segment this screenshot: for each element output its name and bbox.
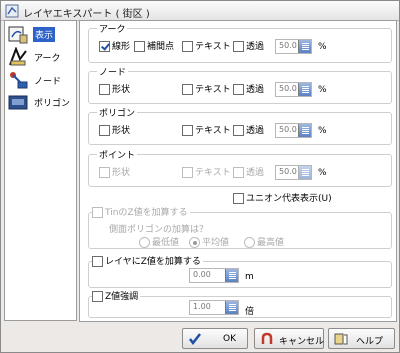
- spinner-icon[interactable]: [298, 83, 311, 96]
- node-shape-checkbox[interactable]: 形状: [99, 84, 130, 96]
- app-icon: [5, 4, 19, 18]
- node-group-title: ノード: [97, 65, 129, 78]
- arc-unit: %: [318, 42, 327, 52]
- node-transparency-spinner[interactable]: 50.0: [275, 82, 312, 97]
- point-transparency-spinner[interactable]: 50.0: [275, 165, 312, 180]
- title-bar: レイヤエキスパート ( 街区 ): [1, 1, 399, 21]
- sidebar-item-polygon[interactable]: ポリゴン: [7, 91, 75, 113]
- arc-group: アーク 線形 補間点 テキスト 透過 50.0 %: [88, 22, 392, 63]
- sidebar-item-display[interactable]: 表示: [7, 24, 75, 46]
- sidebar-item-label: 表示: [33, 27, 56, 42]
- spinner-icon[interactable]: [225, 269, 238, 282]
- node-unit: %: [318, 85, 327, 95]
- node-group: ノード 形状 テキスト 透過 50.0 %: [88, 65, 392, 104]
- z-emphasis-spinner[interactable]: 1.00: [189, 300, 239, 315]
- spinner-icon[interactable]: [298, 124, 311, 137]
- point-group-title: ポイント: [97, 148, 138, 161]
- tin-group: TinのZ値を加算する 側面ポリゴンの加算は？ 最低値 平均値 最高値: [88, 207, 392, 249]
- point-shape-checkbox[interactable]: 形状: [99, 167, 130, 179]
- arc-transparency-spinner[interactable]: 50.0: [275, 39, 312, 54]
- cancel-button[interactable]: キャンセル: [254, 328, 324, 349]
- spinner-icon[interactable]: [298, 166, 311, 179]
- window-title: レイヤエキスパート ( 街区 ): [23, 9, 150, 20]
- point-unit: %: [318, 168, 327, 178]
- node-transparent-checkbox[interactable]: 透過: [233, 84, 264, 96]
- polygon-unit: %: [318, 126, 327, 136]
- display-icon: [8, 26, 28, 44]
- z-emphasis-group: Z値強調 1.00 倍: [88, 291, 392, 318]
- layer-z-unit: m: [245, 272, 254, 282]
- polygon-transparency-spinner[interactable]: 50.0: [275, 123, 312, 138]
- tin-z-checkbox[interactable]: TinのZ値を加算する: [92, 207, 190, 219]
- arc-icon: [9, 47, 27, 66]
- tin-option-average[interactable]: 平均値: [189, 237, 229, 249]
- sidebar-item-label: ノード: [34, 77, 62, 87]
- sidebar-item-node[interactable]: ノード: [7, 69, 75, 91]
- settings-panel: アーク 線形 補間点 テキスト 透過 50.0 % ノード 形状 テキスト 透過…: [79, 20, 397, 322]
- tin-option-max[interactable]: 最高値: [244, 237, 284, 249]
- sidebar-item-arc[interactable]: アーク: [7, 46, 75, 68]
- help-button[interactable]: ヘルプ: [328, 328, 395, 349]
- sidebar: 表示 アーク ノード ポリゴン: [4, 20, 77, 321]
- spinner-icon[interactable]: [225, 301, 238, 314]
- arc-text-checkbox[interactable]: テキスト: [182, 41, 231, 53]
- polygon-shape-checkbox[interactable]: 形状: [99, 125, 130, 137]
- point-group: ポイント 形状 テキスト 透過 50.0 %: [88, 148, 392, 187]
- arc-group-title: アーク: [97, 22, 128, 35]
- cancel-icon: [261, 332, 273, 344]
- arc-shape-checkbox[interactable]: 線形: [99, 41, 130, 53]
- help-icon: [334, 333, 348, 345]
- node-icon: [10, 72, 28, 89]
- point-text-checkbox[interactable]: テキスト: [182, 167, 231, 179]
- arc-vertex-checkbox[interactable]: 補間点: [134, 41, 174, 53]
- polygon-transparent-checkbox[interactable]: 透過: [233, 125, 264, 137]
- z-emphasis-unit: 倍: [245, 307, 255, 317]
- z-emphasis-checkbox[interactable]: Z値強調: [92, 291, 141, 303]
- sidebar-item-label: ポリゴン: [34, 99, 71, 109]
- polygon-group: ポリゴン 形状 テキスト 透過 50.0 %: [88, 106, 392, 145]
- union-display-checkbox[interactable]: ユニオン代表表示(U): [233, 193, 332, 205]
- node-text-checkbox[interactable]: テキスト: [182, 84, 231, 96]
- spinner-icon[interactable]: [298, 40, 311, 53]
- tin-question: 側面ポリゴンの加算は？: [109, 225, 209, 235]
- layer-expert-window: レイヤエキスパート ( 街区 ) 表示 アーク ノード ポリゴン アーク 線形 …: [0, 0, 400, 353]
- check-icon: [99, 41, 110, 52]
- layer-z-spinner[interactable]: 0.00: [189, 268, 239, 283]
- sidebar-item-label: アーク: [34, 54, 61, 64]
- checkmark-icon: [189, 333, 201, 346]
- layer-z-checkbox[interactable]: レイヤにZ値を加算する: [92, 256, 203, 268]
- polygon-icon: [8, 95, 28, 110]
- ok-button[interactable]: OK: [182, 328, 248, 349]
- layer-z-group: レイヤにZ値を加算する 0.00 m: [88, 256, 392, 288]
- point-transparent-checkbox[interactable]: 透過: [233, 167, 264, 179]
- polygon-text-checkbox[interactable]: テキスト: [182, 125, 231, 137]
- tin-option-min[interactable]: 最低値: [139, 237, 179, 249]
- polygon-group-title: ポリゴン: [97, 106, 138, 119]
- arc-transparent-checkbox[interactable]: 透過: [233, 41, 264, 53]
